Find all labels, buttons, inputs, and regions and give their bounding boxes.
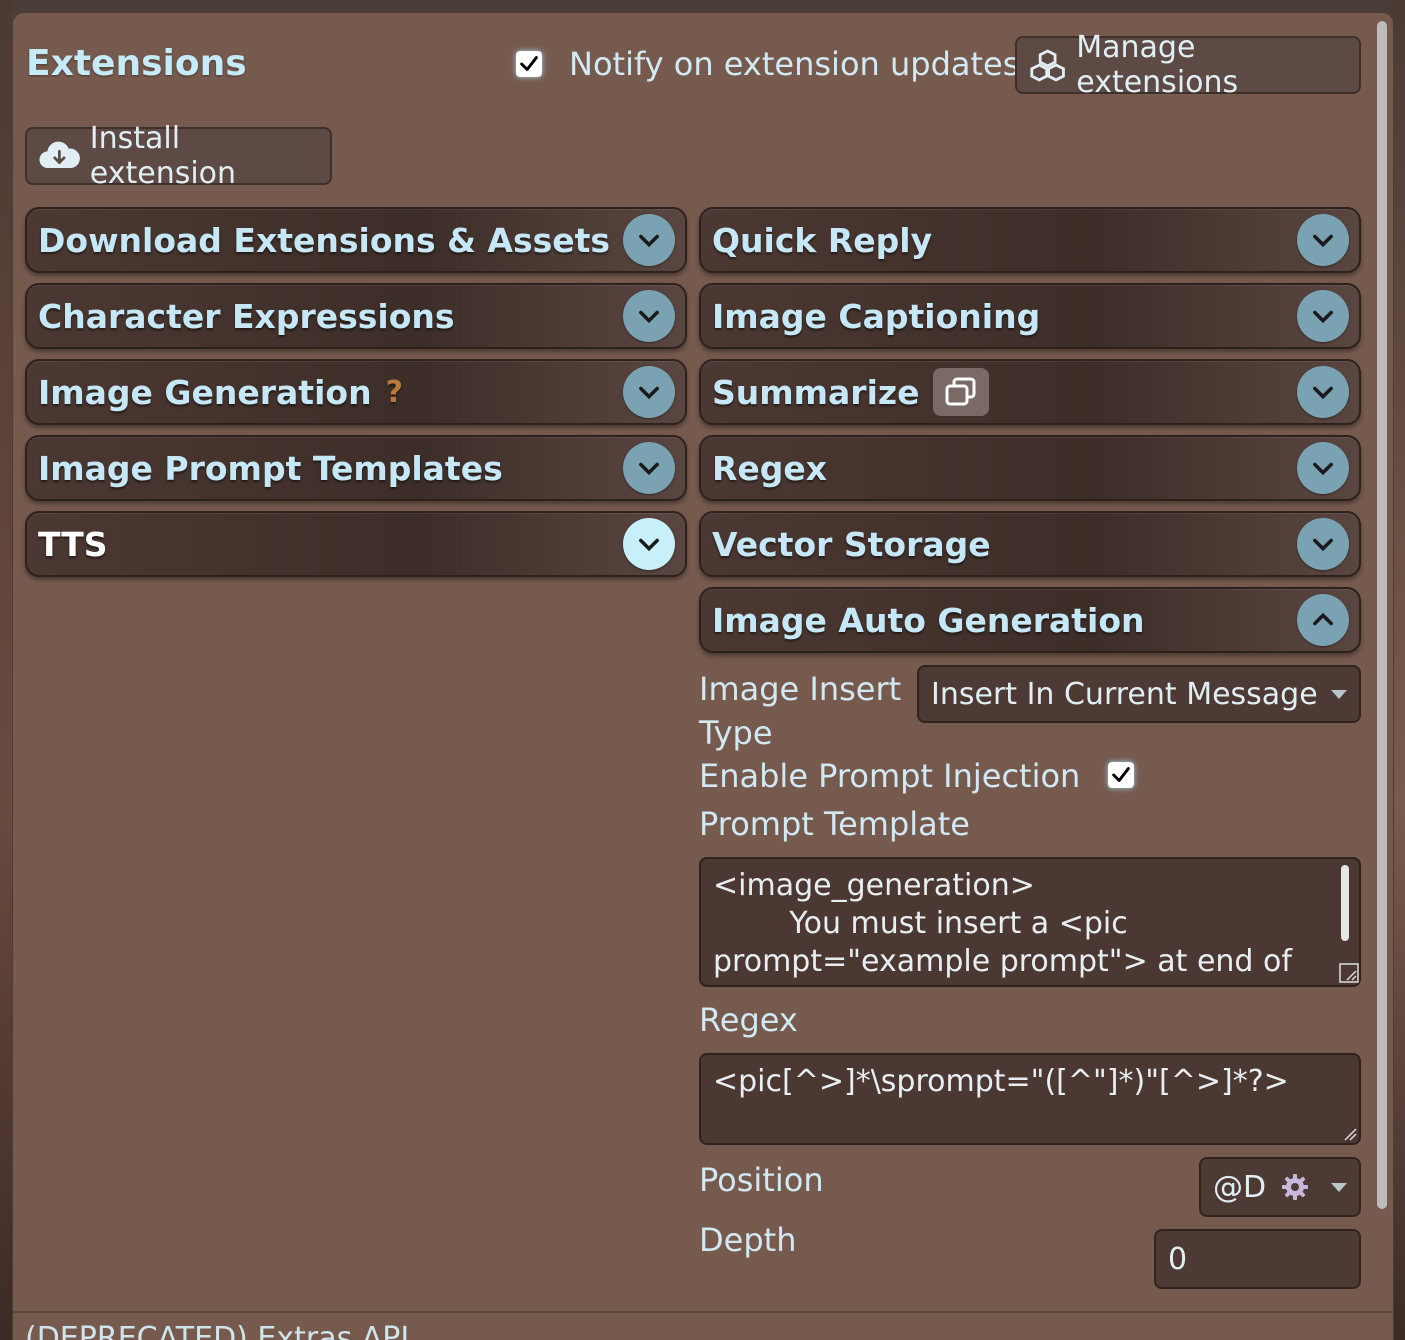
install-extension-button[interactable]: Install extension xyxy=(25,121,332,191)
manage-extensions-button[interactable]: Manage extensions xyxy=(1015,30,1361,100)
drawer-character-expressions[interactable]: Character Expressions xyxy=(25,283,687,349)
caret-down-icon xyxy=(1331,1182,1347,1192)
panel-scrollbar[interactable] xyxy=(1377,21,1387,1209)
insert-type-select[interactable]: Insert In Current Message xyxy=(917,665,1361,723)
chevron-down-icon[interactable] xyxy=(1297,290,1349,342)
drawer-title: Image Auto Generation xyxy=(712,600,1145,640)
notify-label: Notify on extension updates xyxy=(569,45,1020,83)
drawer-title: Regex xyxy=(712,448,828,488)
drawer-title: Summarize xyxy=(712,372,920,412)
drawer-image-generation[interactable]: Image Generation ? xyxy=(25,359,687,425)
background-left xyxy=(0,0,12,1340)
drawer-quick-reply[interactable]: Quick Reply xyxy=(699,207,1361,273)
check-icon xyxy=(520,56,538,71)
chevron-down-icon[interactable] xyxy=(1297,518,1349,570)
depth-label: Depth xyxy=(699,1221,797,1259)
manage-extensions-label: Manage extensions xyxy=(1076,30,1239,100)
resize-grip-icon[interactable] xyxy=(1339,963,1359,983)
drawer-title: Image Prompt Templates xyxy=(38,448,503,488)
depth-input[interactable]: 0 xyxy=(1154,1229,1361,1289)
prompt-injection-checkbox[interactable] xyxy=(1108,762,1134,788)
chevron-down-icon[interactable] xyxy=(1297,366,1349,418)
drawer-image-captioning[interactable]: Image Captioning xyxy=(699,283,1361,349)
chevron-down-icon[interactable] xyxy=(623,442,675,494)
position-select[interactable]: @D xyxy=(1199,1157,1361,1217)
drawer-title: TTS xyxy=(38,524,108,564)
prompt-template-textarea[interactable]: <image_generation> You must insert a <pi… xyxy=(699,857,1361,987)
cubes-icon xyxy=(1030,49,1065,82)
prompt-template-label: Prompt Template xyxy=(699,805,970,843)
insert-type-label: Image Insert Type xyxy=(699,670,902,752)
cloud-download-icon xyxy=(39,141,80,169)
drawer-tts[interactable]: TTS xyxy=(25,511,687,577)
prompt-injection-label: Enable Prompt Injection xyxy=(699,757,1081,795)
help-icon[interactable]: ? xyxy=(386,375,403,410)
drawer-title: Download Extensions & Assets xyxy=(38,220,611,260)
drawer-image-auto-generation[interactable]: Image Auto Generation xyxy=(699,587,1361,653)
extensions-panel: Extensions Notify on extension updates M… xyxy=(12,12,1394,1340)
check-icon xyxy=(1112,767,1130,782)
window-restore-icon[interactable] xyxy=(933,368,990,416)
depth-value: 0 xyxy=(1168,1241,1188,1277)
chevron-down-icon[interactable] xyxy=(1297,442,1349,494)
extras-api-heading: (DEPRECATED) Extras API xyxy=(25,1321,410,1340)
chevron-down-icon[interactable] xyxy=(623,518,675,570)
drawer-title: Quick Reply xyxy=(712,220,933,260)
textarea-scrollbar[interactable] xyxy=(1341,865,1349,941)
chevron-down-icon[interactable] xyxy=(623,366,675,418)
chevron-up-icon[interactable] xyxy=(1297,594,1349,646)
insert-type-value: Insert In Current Message xyxy=(931,676,1318,712)
drawer-vector-storage[interactable]: Vector Storage xyxy=(699,511,1361,577)
background-right xyxy=(1393,0,1405,1340)
position-value: @D xyxy=(1213,1169,1267,1205)
caret-down-icon xyxy=(1331,689,1347,699)
notify-checkbox[interactable] xyxy=(516,51,542,77)
page-title: Extensions xyxy=(26,43,247,84)
chevron-down-icon[interactable] xyxy=(623,214,675,266)
drawer-summarize[interactable]: Summarize xyxy=(699,359,1361,425)
drawer-download-extensions[interactable]: Download Extensions & Assets xyxy=(25,207,687,273)
position-label: Position xyxy=(699,1161,824,1199)
drawer-title: Character Expressions xyxy=(38,296,455,336)
drawer-title: Image Generation xyxy=(38,372,372,412)
install-extension-label: Install extension xyxy=(89,121,237,191)
regex-textarea[interactable]: <pic[^>]*\sprompt="([^"]*)"[^>]*?> xyxy=(699,1053,1361,1145)
drawer-title: Image Captioning xyxy=(712,296,1041,336)
regex-label: Regex xyxy=(699,1001,798,1039)
drawer-title: Vector Storage xyxy=(712,524,991,564)
drawer-image-prompt-templates[interactable]: Image Prompt Templates xyxy=(25,435,687,501)
resize-grip-icon[interactable] xyxy=(1339,1123,1359,1143)
chevron-down-icon[interactable] xyxy=(623,290,675,342)
divider xyxy=(13,1311,1393,1313)
chevron-down-icon[interactable] xyxy=(1297,214,1349,266)
gear-icon xyxy=(1282,1174,1309,1200)
drawer-regex[interactable]: Regex xyxy=(699,435,1361,501)
